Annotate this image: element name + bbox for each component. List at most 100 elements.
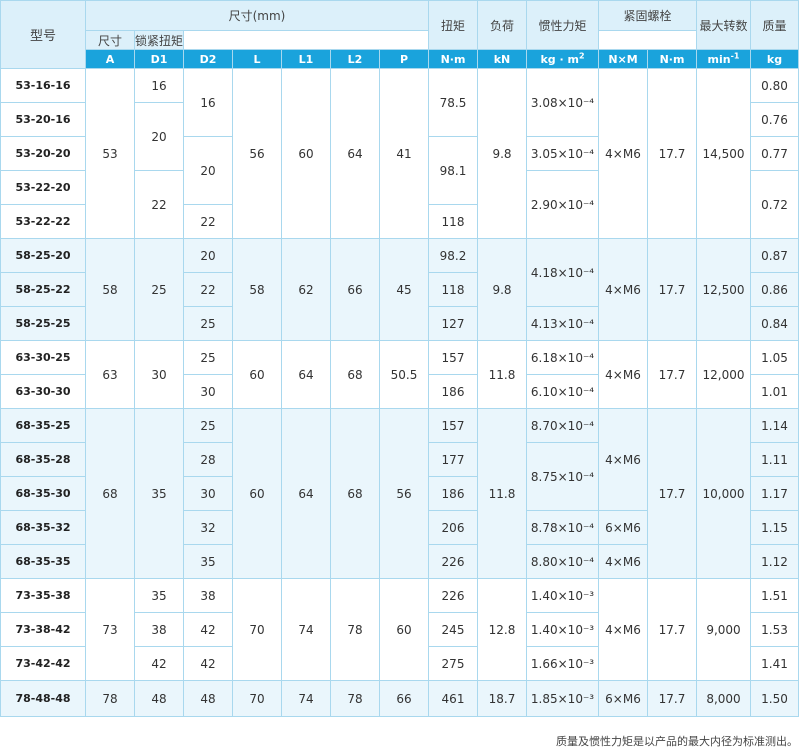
cell-l1: 74 xyxy=(281,578,331,681)
cell-torque: 226 xyxy=(428,578,478,613)
cell-d2: 25 xyxy=(183,340,233,375)
unit-label: L1 xyxy=(298,52,314,66)
unit-label: min xyxy=(707,52,731,66)
cell-mass: 1.41 xyxy=(750,646,800,681)
model-cell: 53-20-16 xyxy=(0,102,86,137)
cell-d2: 25 xyxy=(183,408,233,443)
unit-header: L1 xyxy=(281,49,331,69)
cell-torque: 177 xyxy=(428,442,478,477)
cell-a: 73 xyxy=(85,578,135,681)
cell-mass: 1.50 xyxy=(750,680,800,717)
cell-bolt-size: 4×M6 xyxy=(598,68,648,239)
cell-torque: 127 xyxy=(428,306,478,341)
unit-header: kN xyxy=(477,49,527,69)
unit-header: L2 xyxy=(330,49,380,69)
model-cell: 58-25-22 xyxy=(0,272,86,307)
cell-torque: 245 xyxy=(428,612,478,647)
unit-label: D2 xyxy=(199,52,217,66)
cell-max-speed: 14,500 xyxy=(696,68,752,239)
cell-inertia: 4.13×10⁻⁴ xyxy=(526,306,599,341)
header-load: 负荷 xyxy=(477,0,527,50)
unit-label: D1 xyxy=(150,52,168,66)
cell-l: 60 xyxy=(232,340,282,409)
cell-mass: 0.86 xyxy=(750,272,800,307)
cell-d1: 20 xyxy=(134,102,184,171)
cell-inertia: 3.08×10⁻⁴ xyxy=(526,68,599,137)
header-torque: 扭矩 xyxy=(428,0,478,50)
model-cell: 73-35-38 xyxy=(0,578,86,613)
cell-torque: 98.2 xyxy=(428,238,478,273)
cell-mass: 1.15 xyxy=(750,510,800,545)
cell-d2: 30 xyxy=(183,476,233,511)
header-bolt-torque: 锁紧扭矩 xyxy=(134,30,184,50)
cell-inertia: 1.40×10⁻³ xyxy=(526,612,599,647)
cell-mass: 1.01 xyxy=(750,374,800,409)
unit-label: kg · m xyxy=(540,52,579,66)
cell-d1: 42 xyxy=(134,646,184,681)
model-cell: 68-35-25 xyxy=(0,408,86,443)
cell-d2: 28 xyxy=(183,442,233,477)
cell-inertia: 3.05×10⁻⁴ xyxy=(526,136,599,171)
unit-label: L2 xyxy=(347,52,363,66)
cell-mass: 0.84 xyxy=(750,306,800,341)
cell-bolt-size: 4×M6 xyxy=(598,544,648,579)
cell-p: 50.5 xyxy=(379,340,429,409)
cell-max-speed: 9,000 xyxy=(696,578,752,681)
unit-header: kg · m2 xyxy=(526,49,599,69)
header-dimensions: 尺寸(mm) xyxy=(85,0,429,31)
unit-exponent: 2 xyxy=(578,50,585,60)
cell-inertia: 6.10×10⁻⁴ xyxy=(526,374,599,409)
cell-l1: 64 xyxy=(281,340,331,409)
cell-l1: 62 xyxy=(281,238,331,341)
cell-inertia: 8.75×10⁻⁴ xyxy=(526,442,599,511)
cell-torque: 186 xyxy=(428,374,478,409)
model-cell: 68-35-30 xyxy=(0,476,86,511)
cell-load: 9.8 xyxy=(477,68,527,239)
cell-l2: 64 xyxy=(330,68,380,239)
cell-p: 66 xyxy=(379,680,429,717)
unit-header: D1 xyxy=(134,49,184,69)
header-model: 型号 xyxy=(0,0,86,69)
unit-label: kN xyxy=(493,52,511,66)
cell-l2: 78 xyxy=(330,680,380,717)
cell-load: 11.8 xyxy=(477,408,527,579)
cell-bolt-torque: 17.7 xyxy=(646,238,698,341)
cell-torque: 275 xyxy=(428,646,478,681)
cell-d2: 20 xyxy=(183,136,233,205)
spec-table-page: 型号 尺寸(mm) 扭矩 负荷 惯性力矩 紧固螺栓 最大转数 质量 尺寸 锁紧扭… xyxy=(0,0,810,750)
cell-d1: 22 xyxy=(134,170,184,239)
unit-label: P xyxy=(399,52,409,66)
cell-bolt-size: 4×M6 xyxy=(598,238,648,341)
cell-a: 78 xyxy=(85,680,135,717)
unit-header: N×M xyxy=(598,49,648,69)
cell-l2: 78 xyxy=(330,578,380,681)
cell-inertia: 4.18×10⁻⁴ xyxy=(526,238,599,307)
unit-header: D2 xyxy=(183,49,233,69)
cell-torque: 157 xyxy=(428,408,478,443)
cell-bolt-size: 6×M6 xyxy=(598,680,648,717)
cell-inertia: 8.80×10⁻⁴ xyxy=(526,544,599,579)
cell-p: 56 xyxy=(379,408,429,579)
cell-load: 11.8 xyxy=(477,340,527,409)
cell-mass: 1.12 xyxy=(750,544,800,579)
unit-label: N·m xyxy=(659,52,685,66)
unit-label: N·m xyxy=(440,52,466,66)
cell-d2: 38 xyxy=(183,578,233,613)
cell-max-speed: 10,000 xyxy=(696,408,752,579)
cell-p: 41 xyxy=(379,68,429,239)
cell-bolt-size: 6×M6 xyxy=(598,510,648,545)
cell-bolt-size: 4×M6 xyxy=(598,340,648,409)
cell-bolt-size: 4×M6 xyxy=(598,408,648,511)
cell-inertia: 6.18×10⁻⁴ xyxy=(526,340,599,375)
cell-torque: 78.5 xyxy=(428,68,478,137)
cell-d1: 48 xyxy=(134,680,184,717)
cell-inertia: 1.40×10⁻³ xyxy=(526,578,599,613)
model-cell: 53-22-20 xyxy=(0,170,86,205)
cell-l1: 64 xyxy=(281,408,331,579)
model-cell: 53-20-20 xyxy=(0,136,86,171)
model-cell: 58-25-25 xyxy=(0,306,86,341)
cell-bolt-torque: 17.7 xyxy=(646,680,698,717)
model-cell: 53-16-16 xyxy=(0,68,86,103)
cell-d2: 30 xyxy=(183,374,233,409)
cell-a: 58 xyxy=(85,238,135,341)
